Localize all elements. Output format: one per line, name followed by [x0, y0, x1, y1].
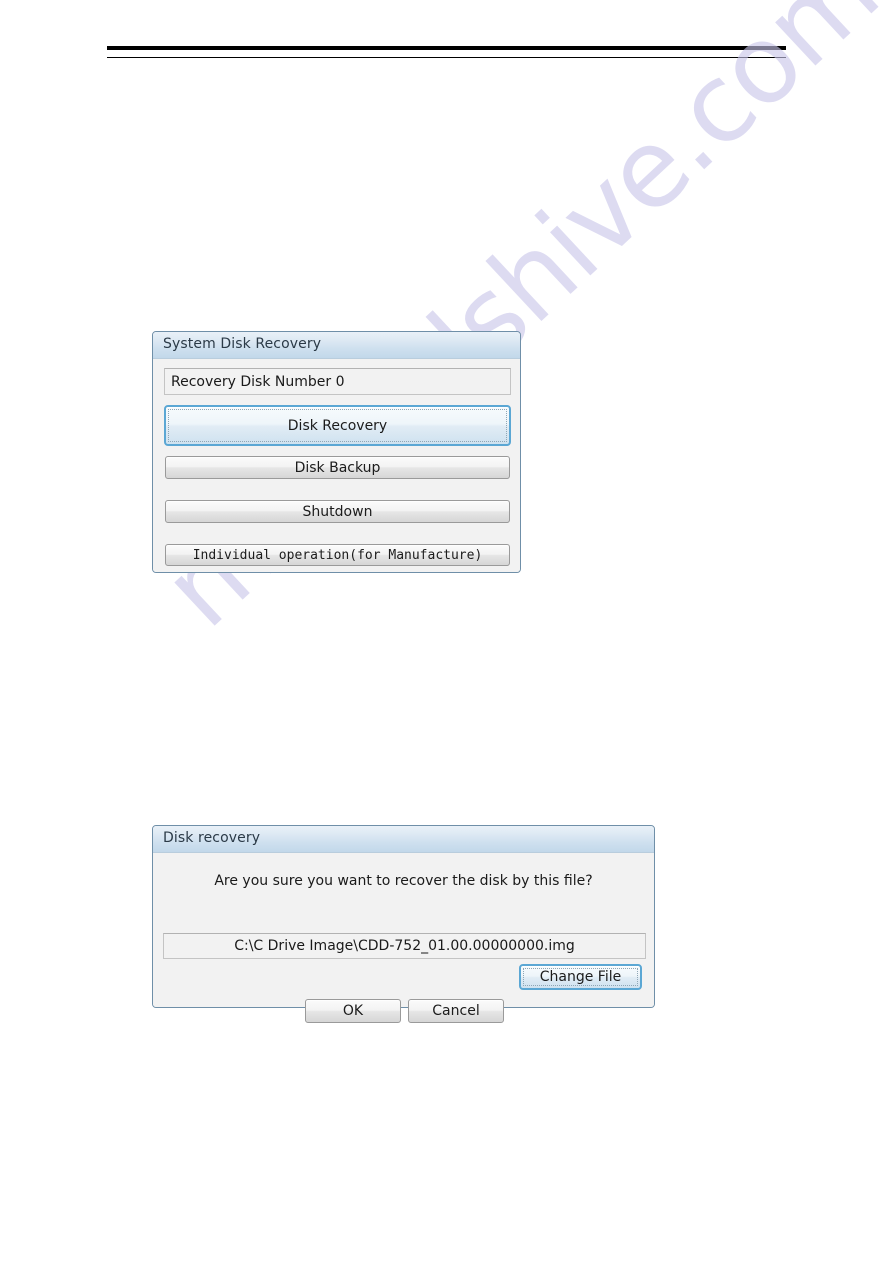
- disk-backup-button[interactable]: Disk Backup: [165, 456, 510, 479]
- shutdown-button[interactable]: Shutdown: [165, 500, 510, 523]
- page-watermark: manualshive.com: [0, 0, 893, 1263]
- individual-operation-button-label: Individual operation(for Manufacture): [192, 547, 483, 563]
- dialog-titlebar: System Disk Recovery: [153, 332, 520, 359]
- ok-button-label: OK: [342, 1003, 364, 1019]
- recovery-disk-number-field[interactable]: Recovery Disk Number 0: [164, 368, 511, 395]
- ok-button[interactable]: OK: [305, 999, 401, 1023]
- disk-recovery-button-label: Disk Recovery: [287, 417, 388, 434]
- dialog-system-disk-recovery: System Disk Recovery Recovery Disk Numbe…: [152, 331, 521, 573]
- confirmation-message: Are you sure you want to recover the dis…: [214, 873, 593, 889]
- dialog-disk-recovery-confirm: Disk recovery Are you sure you want to r…: [152, 825, 655, 1023]
- dialog-title: Disk recovery: [163, 830, 261, 846]
- dialog-body: Recovery Disk Number 0 Disk Recovery Dis…: [153, 359, 520, 572]
- individual-operation-button[interactable]: Individual operation(for Manufacture): [165, 544, 510, 566]
- header-rule-thick: [107, 46, 786, 50]
- recovery-disk-number-value: Recovery Disk Number 0: [171, 373, 345, 390]
- dialog-titlebar: Disk recovery: [153, 826, 654, 853]
- cancel-button[interactable]: Cancel: [408, 999, 504, 1023]
- cancel-button-label: Cancel: [432, 1003, 480, 1019]
- shutdown-button-label: Shutdown: [302, 503, 373, 520]
- change-file-button[interactable]: Change File: [519, 964, 642, 990]
- disk-backup-button-label: Disk Backup: [294, 459, 381, 476]
- dialog-title: System Disk Recovery: [163, 336, 322, 352]
- change-file-button-label: Change File: [539, 969, 622, 985]
- disk-recovery-button[interactable]: Disk Recovery: [164, 405, 511, 446]
- page-header-rule-group: [107, 46, 786, 62]
- header-rule-thin: [107, 57, 786, 58]
- image-path-field[interactable]: C:\C Drive Image\CDD-752_01.00.00000000.…: [163, 933, 646, 959]
- image-path-value: C:\C Drive Image\CDD-752_01.00.00000000.…: [234, 938, 575, 954]
- dialog-body: Are you sure you want to recover the dis…: [153, 853, 654, 1023]
